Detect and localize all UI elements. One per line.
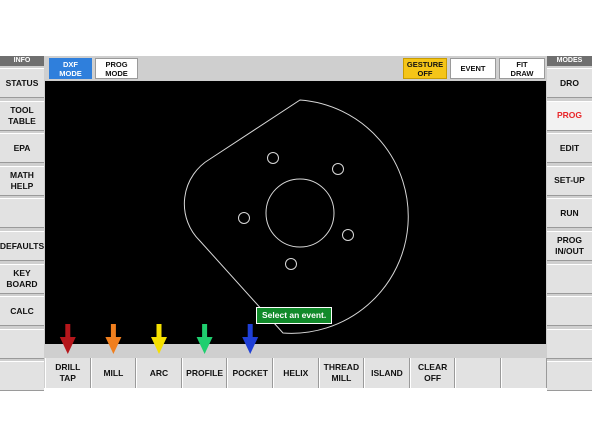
keyboard-button[interactable]: KEY BOARD [0, 263, 44, 294]
epa-button[interactable]: EPA [0, 133, 44, 164]
prog-mode-button[interactable]: PROG MODE [95, 58, 138, 79]
edit-button[interactable]: EDIT [547, 133, 592, 164]
modes-empty-button [547, 328, 592, 359]
cnc-control-panel: INFO STATUS TOOL TABLE EPA MATH HELP DEFAULT… [0, 56, 592, 392]
modes-empty-button [547, 263, 592, 294]
island-button[interactable]: ISLAND [364, 358, 410, 388]
modes-header: MODES [547, 56, 592, 66]
part-outline [183, 99, 409, 334]
arc-button[interactable]: ARC [136, 358, 182, 388]
event-empty-button [501, 358, 547, 388]
pocket-button[interactable]: POCKET [227, 358, 273, 388]
modes-empty-button [547, 361, 592, 392]
modes-empty-button [547, 296, 592, 327]
fit-draw-button[interactable]: FIT DRAW [499, 58, 545, 79]
clear-off-button[interactable]: CLEAR OFF [409, 358, 456, 388]
profile-button[interactable]: PROFILE [181, 358, 228, 388]
prog-in-out-button[interactable]: PROG IN/OUT [547, 231, 592, 261]
info-empty-button [0, 198, 44, 229]
gesture-off-button[interactable]: GESTURE OFF [403, 58, 447, 79]
dro-button[interactable]: DRO [547, 68, 592, 98]
bolt-hole [342, 229, 354, 241]
run-button[interactable]: RUN [547, 198, 592, 229]
prog-button[interactable]: PROG [547, 100, 592, 131]
info-empty-button [0, 361, 44, 392]
bolt-hole [285, 258, 297, 270]
drill-tap-button[interactable]: DRILL TAP [45, 358, 91, 388]
info-header: INFO [0, 56, 44, 66]
bolt-hole [238, 212, 250, 224]
status-button[interactable]: STATUS [0, 68, 44, 98]
defaults-button[interactable]: DEFAULTS [0, 231, 44, 261]
helix-button[interactable]: HELIX [273, 358, 319, 388]
calc-button[interactable]: CALC [0, 296, 44, 327]
event-empty-button [455, 358, 501, 388]
dxf-drawing-canvas[interactable] [45, 81, 546, 344]
info-empty-button [0, 328, 44, 359]
tool-table-button[interactable]: TOOL TABLE [0, 100, 44, 131]
thread-mill-button[interactable]: THREAD MILL [318, 358, 365, 388]
math-help-button[interactable]: MATH HELP [0, 165, 44, 196]
bolt-hole [267, 152, 279, 164]
mill-button[interactable]: MILL [90, 358, 137, 388]
select-event-tooltip: Select an event. [256, 307, 333, 324]
setup-button[interactable]: SET-UP [547, 165, 592, 196]
dxf-part-drawing [183, 99, 409, 334]
bolt-hole [332, 163, 344, 175]
dxf-mode-button[interactable]: DXF MODE [49, 58, 92, 79]
event-button[interactable]: EVENT [450, 58, 496, 79]
center-bore [265, 178, 335, 248]
